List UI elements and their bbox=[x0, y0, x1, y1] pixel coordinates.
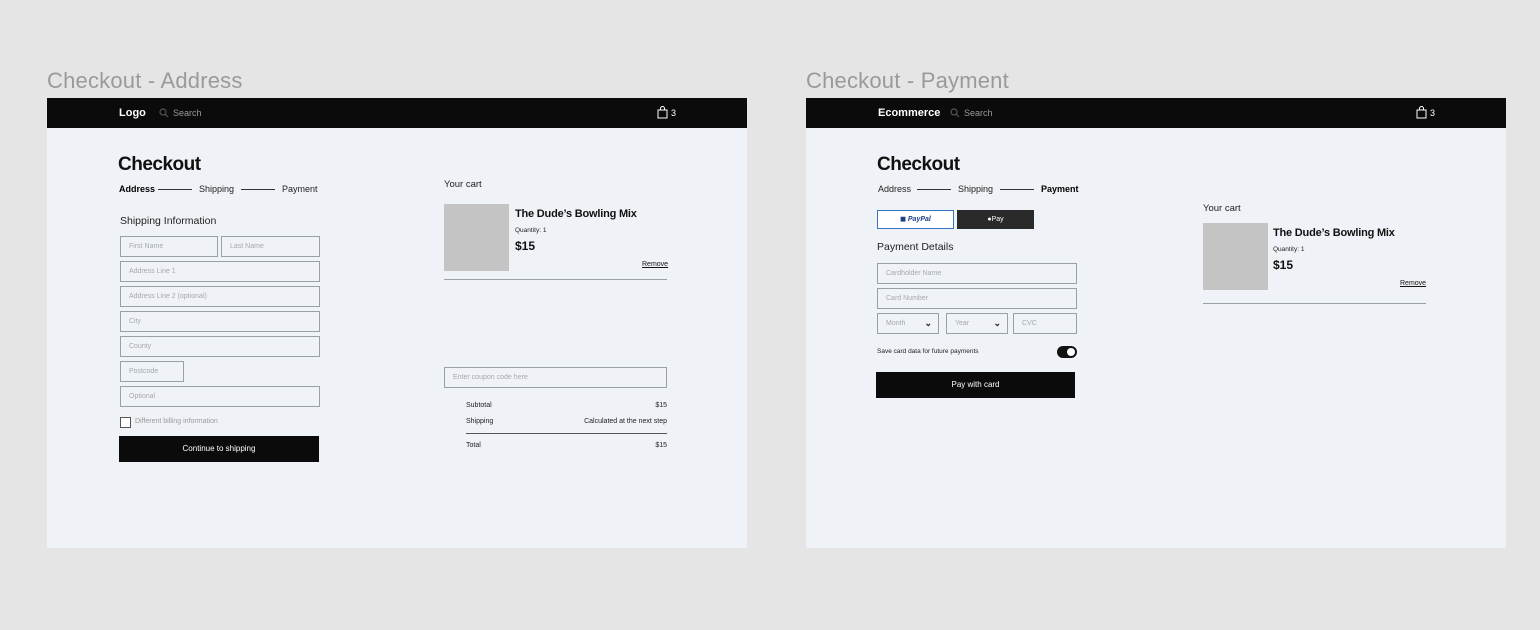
county-field[interactable]: County bbox=[120, 336, 320, 357]
product-price: $15 bbox=[1273, 258, 1294, 272]
shopping-bag-icon[interactable] bbox=[1416, 106, 1427, 119]
postcode-field[interactable]: Postcode bbox=[120, 361, 184, 382]
save-card-toggle[interactable] bbox=[1057, 346, 1077, 358]
checkout-payment-frame: Ecommerce Search 3 Checkout Address Ship… bbox=[806, 98, 1506, 548]
product-name: The Dude’s Bowling Mix bbox=[515, 208, 637, 220]
summary-divider bbox=[466, 433, 667, 434]
frame-title-payment: Checkout - Payment bbox=[806, 68, 1009, 93]
shipping-info-heading: Shipping Information bbox=[120, 215, 217, 227]
frame-title-address: Checkout - Address bbox=[47, 68, 243, 93]
step-divider bbox=[917, 189, 951, 190]
checkout-address-frame: Logo Search 3 Checkout Address Shipping … bbox=[47, 98, 747, 548]
page-title: Checkout bbox=[877, 154, 960, 175]
pay-with-card-button[interactable]: Pay with card bbox=[876, 372, 1075, 398]
search-icon[interactable] bbox=[159, 108, 169, 118]
logo[interactable]: Ecommerce bbox=[878, 107, 940, 119]
last-name-field[interactable]: Last Name bbox=[221, 236, 320, 257]
search-input[interactable]: Search bbox=[173, 108, 202, 118]
address-line-2-field[interactable]: Address Line 2 (optional) bbox=[120, 286, 320, 307]
apple-pay-button[interactable]: ●Pay bbox=[957, 210, 1034, 229]
shopping-bag-icon[interactable] bbox=[657, 106, 668, 119]
toggle-knob bbox=[1067, 348, 1075, 356]
cart-heading: Your cart bbox=[1203, 203, 1241, 214]
paypal-button[interactable]: ◼ PayPal bbox=[877, 210, 954, 229]
city-field[interactable]: City bbox=[120, 311, 320, 332]
step-payment[interactable]: Payment bbox=[282, 184, 318, 194]
step-payment[interactable]: Payment bbox=[1041, 184, 1079, 194]
optional-field[interactable]: Optional bbox=[120, 386, 320, 407]
logo[interactable]: Logo bbox=[119, 107, 146, 119]
year-select-label: Year bbox=[955, 320, 970, 327]
page-title: Checkout bbox=[118, 154, 201, 175]
cart-divider bbox=[1203, 303, 1426, 304]
month-select-label: Month bbox=[886, 320, 906, 327]
search-input[interactable]: Search bbox=[964, 108, 993, 118]
card-number-field[interactable]: Card Number bbox=[877, 288, 1077, 309]
cart-divider bbox=[444, 279, 667, 280]
paypal-icon: ◼ bbox=[900, 216, 906, 223]
save-card-label: Save card data for future payments bbox=[877, 348, 979, 355]
billing-checkbox[interactable] bbox=[120, 417, 131, 428]
search-icon[interactable] bbox=[950, 108, 960, 118]
cart-count: 3 bbox=[1430, 108, 1436, 118]
chevron-down-icon: ⌄ bbox=[924, 318, 932, 328]
step-divider bbox=[158, 189, 192, 190]
shipping-label: Shipping bbox=[466, 418, 494, 425]
coupon-code-field[interactable]: Enter coupon code here bbox=[444, 367, 667, 388]
cart-count: 3 bbox=[671, 108, 677, 118]
continue-to-shipping-button[interactable]: Continue to shipping bbox=[119, 436, 319, 462]
product-quantity: Quantity: 1 bbox=[515, 227, 547, 234]
apple-pay-label: Pay bbox=[991, 216, 1004, 223]
product-image bbox=[1203, 223, 1268, 290]
top-navbar: Logo Search 3 bbox=[47, 98, 747, 128]
total-label: Total bbox=[466, 442, 481, 449]
payment-details-heading: Payment Details bbox=[877, 241, 954, 253]
total-value: $15 bbox=[655, 442, 667, 449]
cardholder-name-field[interactable]: Cardholder Name bbox=[877, 263, 1077, 284]
first-name-field[interactable]: First Name bbox=[120, 236, 218, 257]
month-select[interactable]: Month ⌄ bbox=[877, 313, 939, 334]
year-select[interactable]: Year ⌄ bbox=[946, 313, 1008, 334]
step-address[interactable]: Address bbox=[119, 184, 155, 194]
cvc-field[interactable]: CVC bbox=[1013, 313, 1077, 334]
step-divider bbox=[1000, 189, 1034, 190]
top-navbar: Ecommerce Search 3 bbox=[806, 98, 1506, 128]
step-shipping[interactable]: Shipping bbox=[958, 184, 993, 194]
address-line-1-field[interactable]: Address Line 1 bbox=[120, 261, 320, 282]
shipping-value: Calculated at the next step bbox=[584, 418, 667, 425]
cart-heading: Your cart bbox=[444, 179, 482, 190]
billing-checkbox-label: Different billing information bbox=[135, 418, 218, 425]
product-name: The Dude’s Bowling Mix bbox=[1273, 227, 1395, 239]
product-price: $15 bbox=[515, 239, 536, 253]
remove-link[interactable]: Remove bbox=[642, 261, 668, 268]
product-quantity: Quantity: 1 bbox=[1273, 246, 1305, 253]
subtotal-label: Subtotal bbox=[466, 402, 492, 409]
step-shipping[interactable]: Shipping bbox=[199, 184, 234, 194]
step-divider bbox=[241, 189, 275, 190]
paypal-label: PayPal bbox=[907, 216, 931, 223]
chevron-down-icon: ⌄ bbox=[993, 318, 1001, 328]
product-image bbox=[444, 204, 509, 271]
remove-link[interactable]: Remove bbox=[1400, 280, 1426, 287]
step-address[interactable]: Address bbox=[878, 184, 911, 194]
subtotal-value: $15 bbox=[655, 402, 667, 409]
